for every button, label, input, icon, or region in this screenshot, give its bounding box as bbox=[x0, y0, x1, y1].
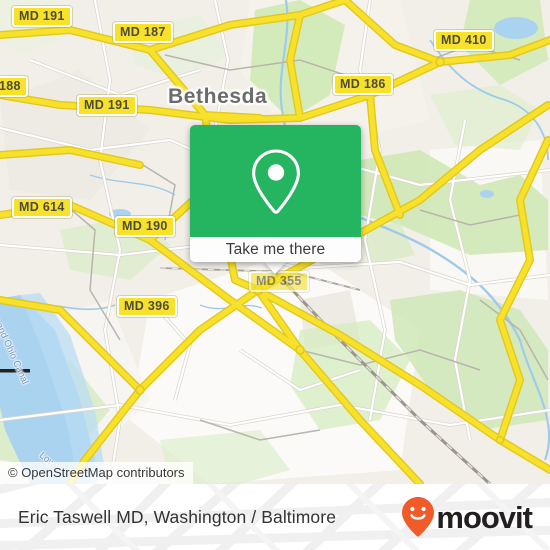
road-shield-md188[interactable]: 188 bbox=[0, 76, 28, 97]
moovit-map-screenshot: Bethesda eake and Ohio Canal Lower MD 19… bbox=[0, 0, 550, 550]
road-shield-md186[interactable]: MD 186 bbox=[333, 74, 393, 95]
popup-card-tail bbox=[263, 261, 287, 274]
city-label-bethesda: Bethesda bbox=[168, 85, 268, 108]
map-pin-icon bbox=[251, 149, 300, 214]
road-shield-md187[interactable]: MD 187 bbox=[113, 22, 173, 43]
road-shield-md191-top[interactable]: MD 191 bbox=[12, 6, 72, 27]
popup-card-header bbox=[190, 125, 361, 237]
road-shield-md191-left[interactable]: MD 191 bbox=[77, 95, 137, 116]
location-popup-card[interactable]: Take me there bbox=[190, 125, 361, 262]
road-shield-md355[interactable]: MD 355 bbox=[249, 271, 309, 292]
location-title: Eric Taswell MD, Washington / Baltimore bbox=[18, 506, 337, 527]
take-me-there-button[interactable]: Take me there bbox=[190, 237, 361, 262]
road-shield-md410[interactable]: MD 410 bbox=[434, 30, 494, 51]
moovit-wordmark: moovit bbox=[436, 499, 533, 535]
bottom-brand-bar: Eric Taswell MD, Washington / Baltimore … bbox=[0, 484, 550, 550]
road-shield-md614[interactable]: MD 614 bbox=[12, 197, 72, 218]
moovit-logo[interactable]: moovit bbox=[401, 484, 533, 550]
take-me-there-label: Take me there bbox=[225, 240, 326, 258]
road-shield-md396[interactable]: MD 396 bbox=[117, 296, 177, 317]
osm-attribution[interactable]: © OpenStreetMap contributors bbox=[0, 462, 193, 484]
moovit-smiley-pin-icon bbox=[402, 497, 435, 537]
road-shield-md190[interactable]: MD 190 bbox=[115, 216, 175, 237]
